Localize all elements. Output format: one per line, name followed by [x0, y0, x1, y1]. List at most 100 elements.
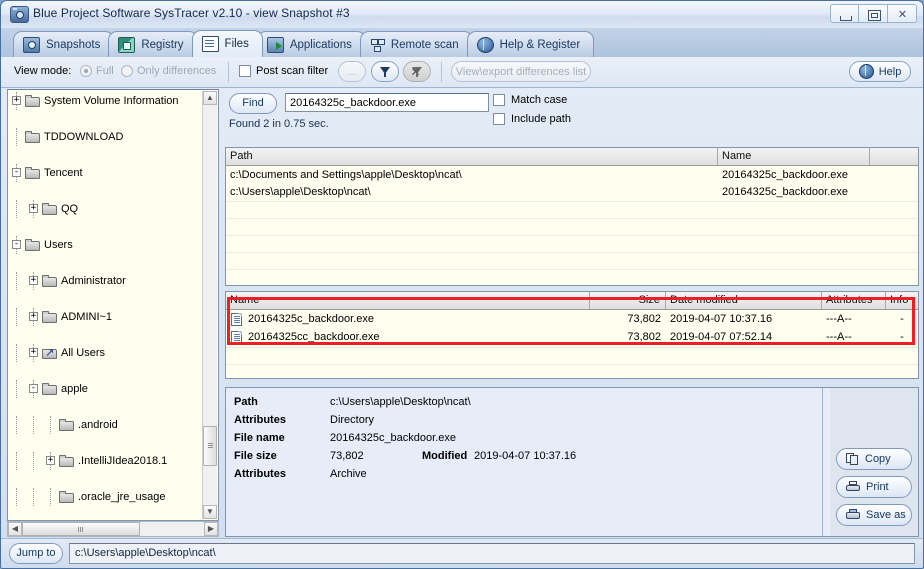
- tree-item[interactable]: .oracle_jre_usage: [8, 488, 204, 506]
- tree-item[interactable]: TDDOWNLOAD: [8, 128, 204, 146]
- search-input[interactable]: [285, 93, 489, 112]
- tree-item-label: Tencent: [44, 167, 83, 179]
- scroll-thumb-horizontal[interactable]: [22, 522, 140, 536]
- tree-guide-line: [16, 308, 17, 326]
- column-header-attributes[interactable]: Attributes: [822, 292, 886, 309]
- apply-filter-button[interactable]: [371, 61, 399, 82]
- tab-remote-scan[interactable]: Remote scan: [359, 31, 473, 57]
- scroll-right-arrow[interactable]: ▶: [204, 522, 218, 536]
- file-icon: [231, 313, 242, 326]
- column-header-path[interactable]: Path: [226, 148, 718, 165]
- tree-item-label: Administrator: [61, 275, 126, 287]
- find-button[interactable]: Find: [229, 93, 277, 114]
- folder-icon: [59, 491, 74, 503]
- tree-guide-line: [16, 380, 17, 398]
- column-header-date-modified[interactable]: Date modified: [666, 292, 822, 309]
- collapse-icon[interactable]: -: [12, 168, 21, 177]
- result-name: 20164325c_backdoor.exe: [722, 186, 848, 198]
- tree-item[interactable]: .android: [8, 416, 204, 434]
- right-pane: Find Found 2 in 0.75 sec. Match case Inc…: [225, 89, 919, 537]
- radio-only-differences[interactable]: [121, 65, 133, 77]
- tree-item-label: All Users: [61, 347, 106, 359]
- tree-item[interactable]: - apple: [8, 380, 204, 398]
- include-path-checkbox[interactable]: [493, 113, 505, 125]
- tab-label: Snapshots: [46, 38, 101, 51]
- tree-item[interactable]: - Users: [8, 236, 204, 254]
- table-row[interactable]: 20164325c_backdoor.exe 73,802 2019-04-07…: [226, 311, 918, 328]
- copy-button[interactable]: Copy: [836, 448, 912, 470]
- tree-item[interactable]: - Tencent: [8, 164, 204, 182]
- expand-icon[interactable]: +: [12, 96, 21, 105]
- view-export-differences-button[interactable]: View\export differences list: [451, 61, 591, 82]
- toolbar-divider: [228, 62, 229, 82]
- column-header-size[interactable]: Size: [590, 292, 666, 309]
- jump-to-button[interactable]: Jump to: [9, 543, 63, 564]
- collapse-icon[interactable]: -: [29, 384, 38, 393]
- current-path-field[interactable]: c:\Users\apple\Desktop\ncat\: [69, 543, 915, 564]
- help-button[interactable]: Help: [849, 61, 911, 82]
- expand-icon[interactable]: +: [29, 348, 38, 357]
- tab-label: Remote scan: [390, 38, 459, 51]
- tree-item[interactable]: + QQ: [8, 200, 204, 218]
- tab-label: Registry: [141, 38, 184, 51]
- match-case-checkbox[interactable]: [493, 94, 505, 106]
- table-row[interactable]: c:\Documents and Settings\apple\Desktop\…: [226, 167, 918, 184]
- close-button[interactable]: ✕: [888, 4, 917, 23]
- detail-value-attributes: Directory: [330, 414, 375, 426]
- tab-files[interactable]: Files: [191, 30, 263, 57]
- tree-item[interactable]: + ADMINI~1: [8, 308, 204, 326]
- folder-icon: [25, 95, 40, 107]
- table-row[interactable]: 20164325cc_backdoor.exe 73,802 2019-04-0…: [226, 329, 918, 346]
- tab-label: Help & Register: [499, 38, 581, 51]
- file-size: 73,802: [627, 313, 661, 325]
- scroll-up-arrow[interactable]: ▲: [203, 91, 217, 105]
- expand-icon[interactable]: +: [46, 456, 55, 465]
- folder-icon: [59, 455, 74, 467]
- tree-guide-line: [33, 452, 34, 470]
- clear-filter-button[interactable]: ✕: [403, 61, 431, 82]
- tree-item[interactable]: + System Volume Information: [8, 92, 204, 110]
- expand-icon[interactable]: +: [29, 204, 38, 213]
- column-header-name[interactable]: Name: [226, 292, 590, 309]
- tab-applications[interactable]: Applications: [256, 31, 366, 57]
- file-date-modified: 2019-04-07 10:37.16: [670, 313, 773, 325]
- folder-tree-panel[interactable]: + System Volume Information TDDOWNLOAD - Ten…: [7, 89, 219, 521]
- column-header-extra[interactable]: [870, 148, 918, 165]
- column-header-info[interactable]: Info: [886, 292, 918, 309]
- tree-item[interactable]: + .IntelliJIdea2018.1: [8, 452, 204, 470]
- tree-horizontal-scrollbar[interactable]: ◀ ▶: [7, 521, 219, 537]
- search-results-panel[interactable]: Path Name c:\Documents and Settings\appl…: [225, 147, 919, 286]
- column-header-name[interactable]: Name: [718, 148, 870, 165]
- folder-tree[interactable]: + System Volume Information TDDOWNLOAD - Ten…: [8, 92, 204, 520]
- file-list-panel[interactable]: Name Size Date modified Attributes Info …: [225, 291, 919, 379]
- tree-vertical-scrollbar[interactable]: ▲ ▼: [202, 91, 217, 519]
- tree-item[interactable]: + Administrator: [8, 272, 204, 290]
- table-row[interactable]: c:\Users\apple\Desktop\ncat\ 20164325c_b…: [226, 184, 918, 201]
- print-button[interactable]: Print: [836, 476, 912, 498]
- tree-item[interactable]: + All Users: [8, 344, 204, 362]
- expand-icon[interactable]: +: [29, 312, 38, 321]
- tree-guide-line: [33, 488, 34, 506]
- filter-ellipsis-button[interactable]: ...: [338, 61, 366, 82]
- detail-value-path: c:\Users\apple\Desktop\ncat\: [330, 396, 471, 408]
- find-bar: Find Found 2 in 0.75 sec. Match case Inc…: [225, 89, 919, 145]
- detail-value-attributes-2: Archive: [330, 468, 367, 480]
- scroll-thumb[interactable]: [203, 426, 217, 466]
- scroll-left-arrow[interactable]: ◀: [8, 522, 22, 536]
- minimize-button[interactable]: [830, 4, 859, 23]
- radio-full[interactable]: [80, 65, 92, 77]
- tab-help-register[interactable]: Help & Register: [466, 31, 595, 57]
- tab-snapshots[interactable]: Snapshots: [13, 31, 115, 57]
- find-status: Found 2 in 0.75 sec.: [229, 118, 329, 130]
- save-as-button[interactable]: Save as: [836, 504, 912, 526]
- file-info: -: [900, 313, 904, 325]
- tab-registry[interactable]: Registry: [108, 31, 198, 57]
- tab-label: Files: [224, 38, 249, 50]
- collapse-icon[interactable]: -: [12, 240, 21, 249]
- radio-full-label: Full: [96, 65, 114, 77]
- scroll-down-arrow[interactable]: ▼: [203, 505, 217, 519]
- maximize-button[interactable]: [859, 4, 888, 23]
- post-scan-filter-checkbox[interactable]: [239, 65, 251, 77]
- expand-icon[interactable]: +: [29, 276, 38, 285]
- detail-key-path: Path: [234, 396, 258, 408]
